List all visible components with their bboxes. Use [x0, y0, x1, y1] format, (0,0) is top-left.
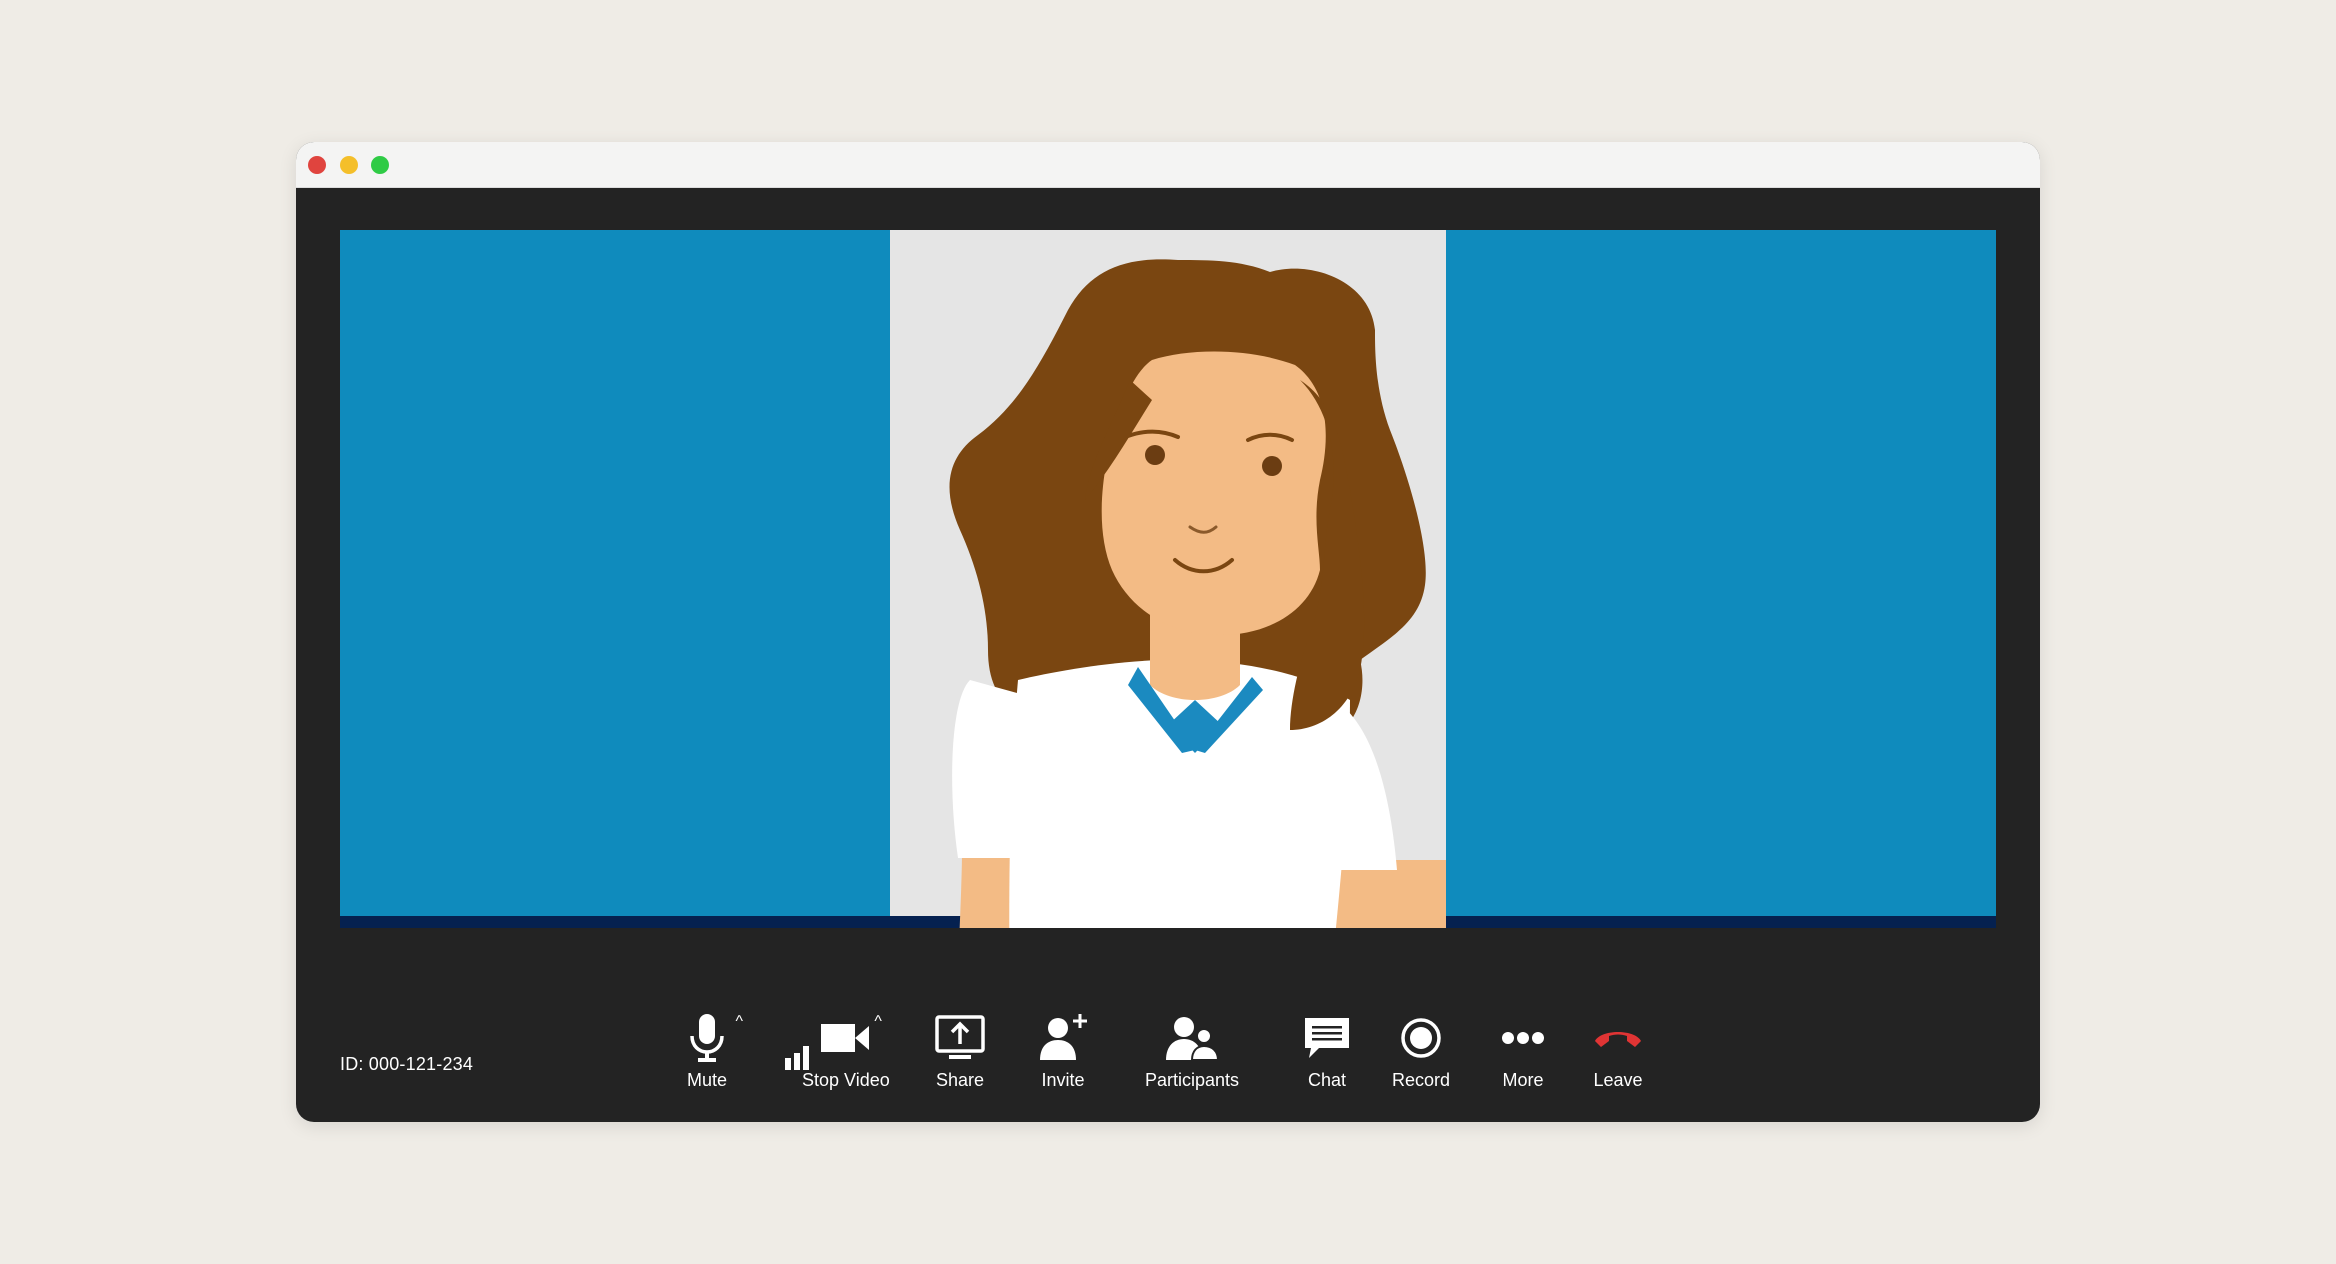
meeting-window: ID: 000-121-234 ^ Mute ^ Stop Video Shar… — [296, 142, 2040, 1122]
eye-right — [1262, 456, 1282, 476]
participants-label: Participants — [1145, 1070, 1240, 1090]
share-label: Share — [935, 1070, 985, 1090]
more-dots-icon — [1502, 1032, 1544, 1044]
meeting-id: ID: 000-121-234 — [340, 1054, 474, 1074]
invite-button[interactable]: Invite — [1033, 1010, 1093, 1091]
stop-video-button[interactable]: ^ Stop Video — [802, 1010, 890, 1091]
participant-avatar — [949, 259, 1446, 928]
add-person-icon — [1040, 1014, 1087, 1060]
microphone-icon — [690, 1014, 724, 1062]
stop-video-label: Stop Video — [802, 1070, 890, 1090]
hang-up-icon — [1595, 1032, 1641, 1047]
leave-button[interactable]: Leave — [1588, 1010, 1648, 1091]
more-label: More — [1502, 1070, 1544, 1090]
share-button[interactable]: Share — [930, 1010, 990, 1091]
mute-options-caret[interactable]: ^ — [735, 1014, 743, 1030]
invite-label: Invite — [1041, 1070, 1085, 1090]
video-options-caret[interactable]: ^ — [874, 1014, 882, 1030]
video-camera-icon — [820, 1024, 869, 1052]
eye-left — [1145, 445, 1165, 465]
share-screen-icon — [935, 1015, 985, 1059]
participants-button[interactable]: Participants — [1145, 1010, 1239, 1091]
chat-label: Chat — [1307, 1070, 1347, 1090]
record-icon — [1401, 1018, 1441, 1058]
more-button[interactable]: More — [1493, 1010, 1553, 1091]
video-tile-left — [340, 230, 890, 916]
maximize-window-button[interactable] — [371, 156, 389, 174]
close-window-button[interactable] — [308, 156, 326, 174]
participants-icon — [1166, 1017, 1220, 1060]
leave-label: Leave — [1593, 1070, 1643, 1090]
title-bar — [296, 142, 2040, 188]
mute-label: Mute — [686, 1070, 728, 1090]
video-area — [340, 230, 1996, 928]
record-button[interactable]: Record — [1391, 1010, 1451, 1091]
chat-icon — [1305, 1018, 1349, 1058]
minimize-window-button[interactable] — [340, 156, 358, 174]
mute-button[interactable]: ^ Mute — [677, 1010, 743, 1091]
record-label: Record — [1391, 1070, 1451, 1090]
video-tile-right — [1446, 230, 1996, 916]
chat-button[interactable]: Chat — [1297, 1010, 1357, 1091]
